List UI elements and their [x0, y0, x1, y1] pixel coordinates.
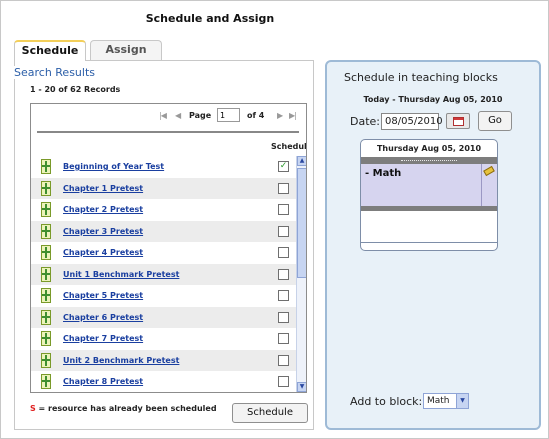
- pencil-icon[interactable]: [483, 165, 495, 177]
- table-row: Chapter 7 Pretest: [31, 328, 296, 350]
- schedule-checkbox[interactable]: ✓: [278, 161, 289, 172]
- add-to-block-label: Add to block:: [350, 395, 423, 408]
- resource-icon: [41, 352, 51, 368]
- resource-link[interactable]: Chapter 6 Pretest: [63, 313, 143, 322]
- schedule-button[interactable]: Schedule: [232, 403, 308, 423]
- resource-icon: [41, 245, 51, 260]
- teaching-blocks-heading: Schedule in teaching blocks: [344, 71, 498, 84]
- resource-link[interactable]: Beginning of Year Test: [63, 162, 164, 171]
- today-label: Today - Thursday Aug 05, 2010: [363, 95, 503, 104]
- table-row: Beginning of Year Test ✓: [31, 156, 296, 178]
- schedule-checkbox[interactable]: [278, 311, 289, 323]
- schedule-checkbox[interactable]: [278, 247, 289, 258]
- divider: [37, 131, 299, 133]
- table-row: Chapter 8 Pretest: [31, 371, 296, 392]
- resource-link[interactable]: Chapter 7 Pretest: [63, 334, 143, 343]
- day-divider-bottom: [361, 206, 497, 211]
- resource-icon: [41, 331, 51, 346]
- page-number-input[interactable]: [217, 108, 240, 122]
- record-count: 1 - 20 of 62 Records: [30, 85, 121, 94]
- table-row: Chapter 3 Pretest: [31, 220, 296, 242]
- schedule-checkbox[interactable]: [278, 354, 289, 366]
- resource-link[interactable]: Chapter 8 Pretest: [63, 377, 143, 386]
- table-row: Unit 2 Benchmark Pretest: [31, 349, 296, 371]
- next-page-icon[interactable]: ▶: [277, 111, 283, 120]
- page-label: Page: [189, 111, 212, 120]
- calendar-button[interactable]: [446, 113, 470, 129]
- table-row: Unit 1 Benchmark Pretest: [31, 263, 296, 285]
- resource-link[interactable]: Chapter 1 Pretest: [63, 184, 143, 193]
- add-to-block-select[interactable]: Math ▼: [423, 393, 469, 409]
- resource-icon: [41, 180, 51, 196]
- date-label: Date:: [350, 115, 380, 128]
- date-input[interactable]: 08/05/2010: [381, 113, 443, 130]
- page-of-label: of 4: [247, 111, 265, 120]
- page-title: Schedule and Assign: [145, 12, 275, 25]
- last-page-icon[interactable]: ▶|: [289, 111, 297, 120]
- scheduled-legend-text: = resource has already been scheduled: [35, 404, 217, 413]
- schedule-checkbox[interactable]: [278, 268, 289, 280]
- results-scrollbar[interactable]: ▲ ▼: [296, 156, 306, 392]
- day-card: Thursday Aug 05, 2010 - Math: [360, 139, 498, 251]
- tab-assign[interactable]: Assign: [90, 40, 162, 60]
- add-to-block-value: Math: [427, 396, 450, 406]
- resource-link[interactable]: Chapter 5 Pretest: [63, 291, 143, 300]
- block-edit-area[interactable]: [481, 164, 497, 206]
- resource-icon: [41, 223, 51, 239]
- resource-link[interactable]: Chapter 3 Pretest: [63, 227, 143, 236]
- prev-page-icon[interactable]: ◀: [175, 111, 181, 120]
- schedule-checkbox[interactable]: [278, 333, 289, 344]
- resource-icon: [41, 309, 51, 325]
- resource-icon: [41, 202, 51, 217]
- schedule-checkbox[interactable]: [278, 204, 289, 215]
- results-list: |◀ ◀ Page of 4 ▶ ▶| Schedule Beginning o…: [30, 103, 307, 393]
- table-row: Chapter 5 Pretest: [31, 285, 296, 307]
- first-page-icon[interactable]: |◀: [159, 111, 167, 120]
- pager: |◀ ◀ Page of 4 ▶ ▶|: [31, 104, 306, 128]
- table-row: Chapter 6 Pretest: [31, 306, 296, 328]
- resource-link[interactable]: Unit 1 Benchmark Pretest: [63, 270, 179, 279]
- teaching-block[interactable]: - Math: [361, 164, 497, 206]
- resource-link[interactable]: Chapter 4 Pretest: [63, 248, 143, 257]
- resource-icon: [41, 288, 51, 303]
- go-button[interactable]: Go: [478, 111, 512, 131]
- scheduled-legend: S = resource has already been scheduled: [30, 404, 217, 413]
- schedule-checkbox[interactable]: [278, 225, 289, 237]
- scroll-thumb[interactable]: [297, 168, 306, 278]
- schedule-checkbox[interactable]: [278, 290, 289, 301]
- resource-icon: [41, 159, 51, 174]
- table-row: Chapter 4 Pretest: [31, 242, 296, 264]
- tab-schedule[interactable]: Schedule: [14, 40, 86, 61]
- scroll-up-icon[interactable]: ▲: [297, 156, 306, 166]
- results-rows: Beginning of Year Test ✓ Chapter 1 Pretest…: [31, 156, 296, 392]
- day-card-footer: [361, 242, 497, 250]
- resource-link[interactable]: Chapter 2 Pretest: [63, 205, 143, 214]
- resource-icon: [41, 374, 51, 389]
- search-results-heading: Search Results: [12, 66, 98, 79]
- calendar-icon: [453, 117, 464, 126]
- day-title: Thursday Aug 05, 2010: [376, 144, 482, 153]
- table-row: Chapter 2 Pretest: [31, 199, 296, 221]
- schedule-column-header: Schedule: [271, 142, 307, 151]
- day-divider: [361, 157, 497, 164]
- schedule-checkbox[interactable]: [278, 376, 289, 387]
- resource-link[interactable]: Unit 2 Benchmark Pretest: [63, 356, 179, 365]
- table-row: Chapter 1 Pretest: [31, 177, 296, 199]
- block-label: - Math: [365, 168, 402, 179]
- schedule-checkbox[interactable]: [278, 182, 289, 194]
- chevron-down-icon[interactable]: ▼: [456, 394, 468, 408]
- resource-icon: [41, 266, 51, 282]
- scroll-down-icon[interactable]: ▼: [297, 382, 306, 392]
